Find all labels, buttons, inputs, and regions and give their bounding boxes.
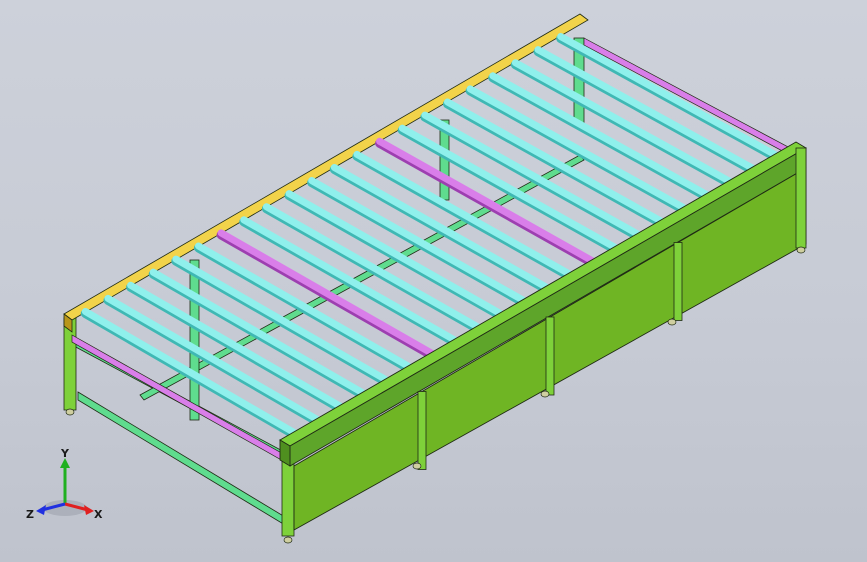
y-axis-label: Y: [60, 448, 70, 460]
x-axis-label: X: [94, 508, 103, 521]
roller: [375, 137, 599, 269]
roller: [443, 98, 668, 229]
leg-front-right: [795, 147, 807, 249]
roller: [556, 33, 783, 164]
roller: [420, 111, 645, 243]
roller: [397, 124, 622, 256]
z-axis-arrow: [36, 505, 46, 515]
front-beam-face: [289, 147, 807, 467]
side-rail: [63, 13, 589, 333]
panel-post: [417, 391, 427, 470]
panel-post: [545, 316, 555, 396]
z-axis-label: Z: [26, 508, 34, 521]
roller: [533, 46, 760, 177]
x-axis-arrow: [84, 505, 94, 515]
axis-triad: Y X Z: [26, 448, 103, 521]
leveling-foot: [412, 462, 422, 470]
roller-conveyor-model: [63, 13, 807, 544]
leg-inner-mid-2: [189, 259, 200, 421]
panel-post: [673, 242, 683, 321]
roller: [510, 59, 737, 190]
leveling-foot: [65, 408, 75, 416]
leveling-foot: [667, 318, 677, 326]
leg-rear-left: [63, 317, 77, 411]
leveling-foot: [540, 390, 550, 398]
leveling-foot: [283, 536, 293, 544]
leveling-foot: [796, 246, 806, 254]
cad-viewport[interactable]: Y X Z: [0, 0, 867, 562]
